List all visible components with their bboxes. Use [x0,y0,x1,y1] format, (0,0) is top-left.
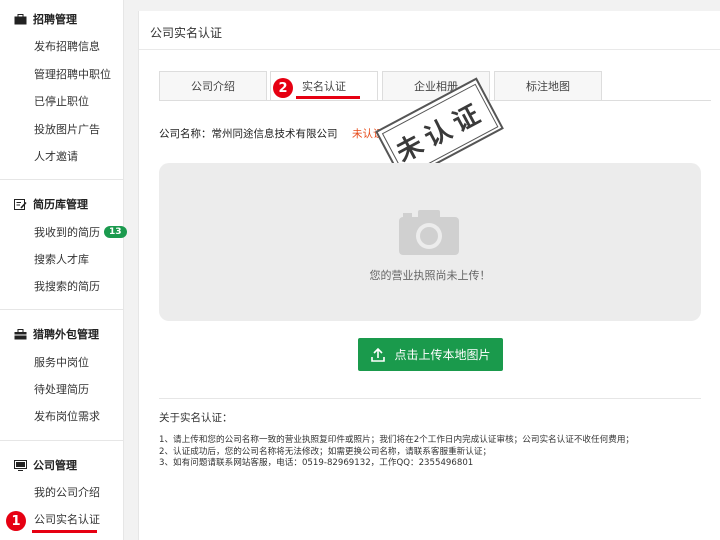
sidebar-item-label: 公司实名认证 [34,513,100,526]
notes-list: 1、请上传和您的公司名称一致的营业执照复印件或照片；我们将在2个工作日内完成认证… [159,435,634,470]
sidebar-divider [0,440,124,441]
sidebar-item-label: 发布岗位需求 [34,410,100,423]
main-panel: 公司实名认证 公司介绍 实名认证 企业相册 标注地图 公司名称：常州同途信息技术… [138,11,720,540]
step-marker-1: 1 [6,511,26,531]
section-title-label: 猎聘外包管理 [33,328,99,341]
monitor-icon [14,459,27,471]
upload-hint: 您的营业执照尚未上传！ [369,269,491,282]
page-title: 公司实名认证 [150,26,223,40]
sidebar-item-label: 待处理简历 [34,383,89,396]
sidebar-item-label: 人才邀请 [34,150,78,163]
company-name: 公司名称：常州同途信息技术有限公司 [159,128,338,140]
sidebar-item-post-demand[interactable]: 发布岗位需求 [34,408,100,424]
tab-company-intro[interactable]: 公司介绍 [159,71,267,101]
section-divider [159,398,701,399]
sidebar-item-company-verify[interactable]: 公司实名认证 [34,511,100,527]
camera-icon [399,210,459,255]
sidebar-item-post-job[interactable]: 发布招聘信息 [34,38,100,54]
sidebar-item-label: 服务中岗位 [34,356,89,369]
section-title-recruit: 招聘管理 [14,11,77,27]
section-title-resume: 简历库管理 [14,196,88,212]
sidebar-item-pending-resumes[interactable]: 待处理简历 [34,381,89,397]
sidebar-divider [0,309,124,310]
sidebar-item-label: 搜索人才库 [34,253,89,266]
upload-icon [371,347,386,362]
license-preview-area[interactable]: 您的营业执照尚未上传！ [159,163,701,321]
sidebar-item-stopped-jobs[interactable]: 已停止职位 [34,93,89,109]
highlight-underline [32,530,97,533]
section-title-label: 公司管理 [33,459,77,472]
sidebar-item-in-service[interactable]: 服务中岗位 [34,354,89,370]
note-item: 1、请上传和您的公司名称一致的营业执照复印件或照片；我们将在2个工作日内完成认证… [159,435,635,445]
about-title: 关于实名认证： [159,412,233,424]
panel-header: 公司实名认证 [139,11,720,50]
tab-map[interactable]: 标注地图 [494,71,602,101]
sidebar-item-invite-talent[interactable]: 人才邀请 [34,148,78,164]
sidebar-item-label: 投放图片广告 [34,123,100,136]
section-title-label: 简历库管理 [33,198,88,211]
briefcase-icon [14,13,27,24]
sidebar-item-received-resumes[interactable]: 我收到的简历 13 [34,224,127,240]
section-title-label: 招聘管理 [33,13,77,26]
sidebar-item-company-intro[interactable]: 我的公司介绍 [34,484,100,500]
tab-highlight-underline [296,96,360,99]
section-title-company: 公司管理 [14,457,77,473]
sidebar-item-label: 我收到的简历 [34,226,100,239]
count-badge: 13 [104,226,127,238]
sidebar-item-manage-jobs[interactable]: 管理招聘中职位 [34,66,111,82]
suitcase-icon [14,328,27,339]
edit-document-icon [14,198,27,210]
sidebar-item-label: 已停止职位 [34,95,89,108]
section-title-outsourcing: 猎聘外包管理 [14,326,99,342]
note-item: 2、认证成功后，您的公司名称将无法修改；如需更换公司名称，请联系客服重新认证； [159,446,492,457]
sidebar-item-my-searched[interactable]: 我搜索的简历 [34,278,100,294]
sidebar-divider [0,179,124,180]
upload-button-label: 点击上传本地图片 [394,348,491,362]
upload-image-button[interactable]: 点击上传本地图片 [358,338,503,371]
sidebar: 招聘管理 发布招聘信息 管理招聘中职位 已停止职位 投放图片广告 人才邀请 简历… [0,0,127,540]
sidebar-item-search-talent[interactable]: 搜索人才库 [34,251,89,267]
step-marker-2: 2 [273,78,293,98]
note-item: 3、如有问题请联系网站客服，电话：0519-82969132，工作QQ：2355… [159,458,474,468]
sidebar-item-label: 管理招聘中职位 [34,68,111,81]
sidebar-item-label: 发布招聘信息 [34,40,100,53]
sidebar-item-label: 我搜索的简历 [34,280,100,293]
sidebar-item-label: 我的公司介绍 [34,486,100,499]
sidebar-item-image-ads[interactable]: 投放图片广告 [34,121,100,137]
